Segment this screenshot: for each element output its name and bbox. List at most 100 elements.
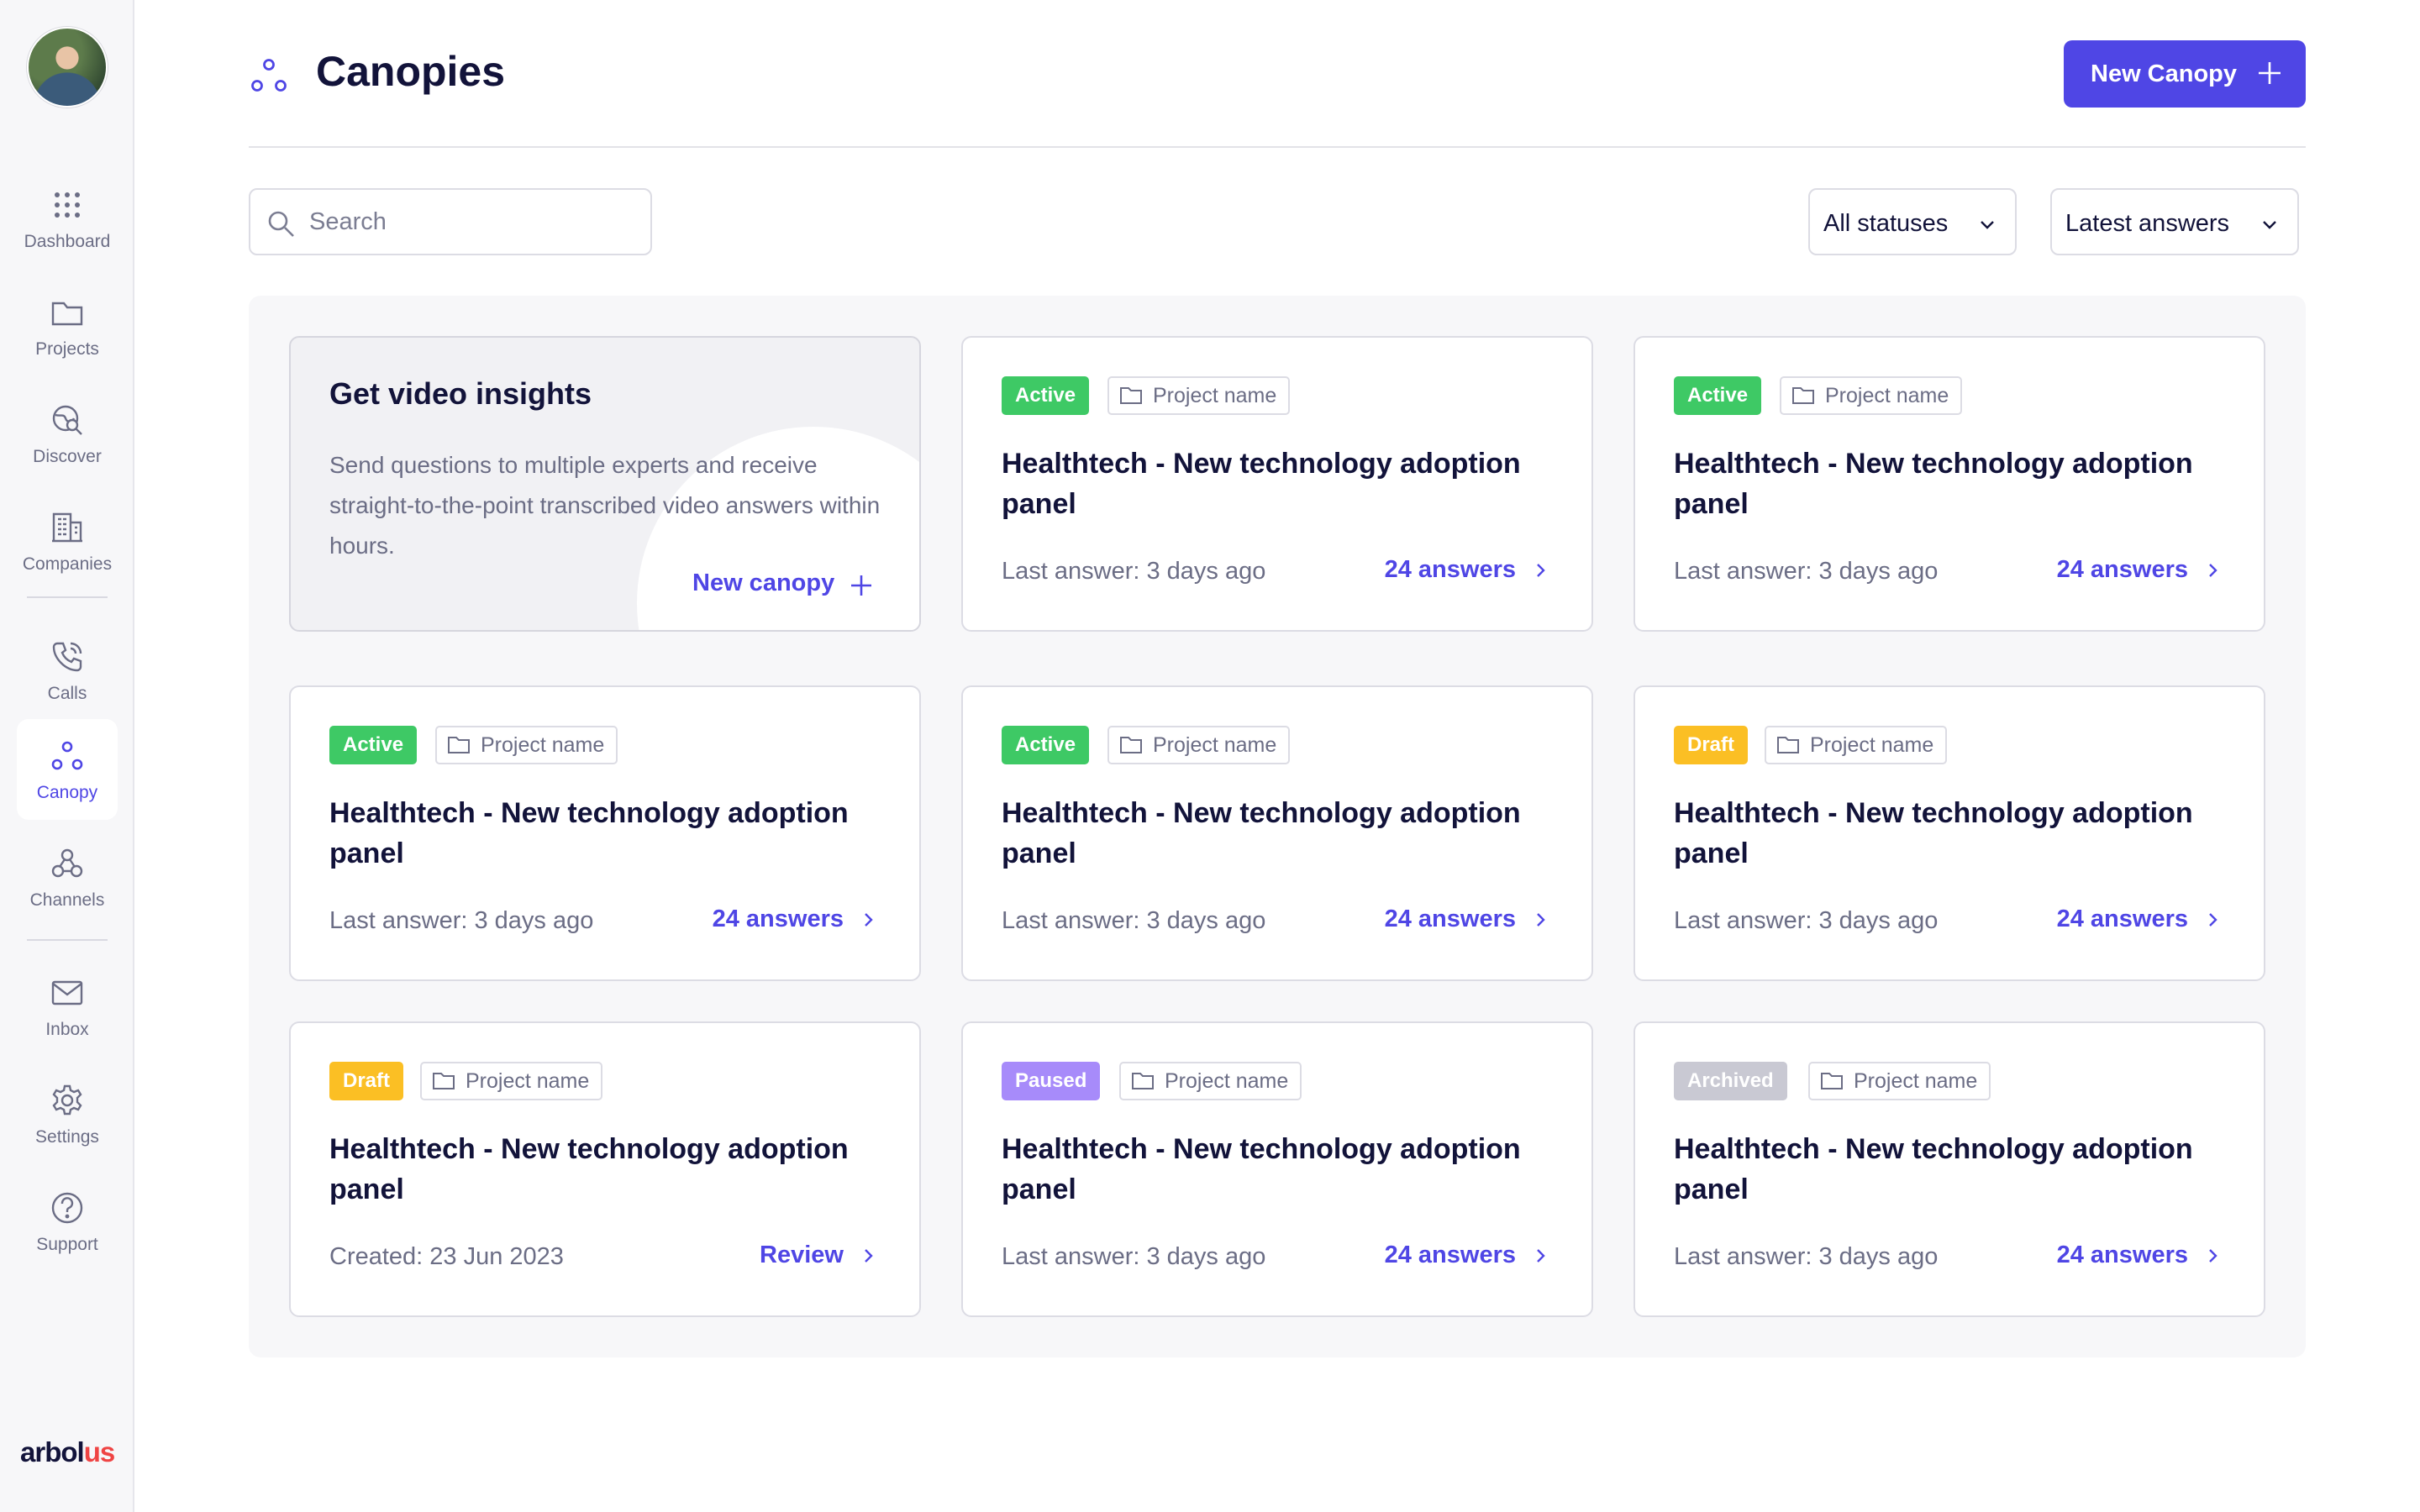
folder-icon — [51, 302, 83, 326]
canopy-card[interactable]: Archived Project name Healthtech - New tec… — [1634, 1021, 2265, 1317]
sidebar-item-label: Channels — [29, 890, 105, 910]
canopy-card[interactable]: Paused Project name Healthtech - New techn… — [961, 1021, 1593, 1317]
folder-icon — [1792, 387, 1814, 404]
canopy-title[interactable]: Healthtech - New technology adoption pan… — [329, 1129, 901, 1210]
folder-icon — [1120, 387, 1142, 404]
project-tag-label: Project name — [466, 1069, 590, 1093]
canopy-answers-label: 24 answers — [2056, 556, 2188, 583]
phone-icon — [52, 642, 82, 672]
canopy-answers-link[interactable]: 24 answers — [2057, 556, 2222, 584]
canopy-answers-link[interactable]: 24 answers — [1385, 1242, 1549, 1269]
video-insights-promo-card: Get video insights Send questions to mul… — [289, 336, 921, 632]
canopy-answers-link[interactable]: 24 answers — [2057, 1242, 2222, 1269]
mail-icon — [51, 980, 83, 1005]
canopy-icon — [51, 741, 83, 770]
canopy-card[interactable]: Active Project name Healthtech - New techn… — [961, 685, 1593, 981]
status-badge: Active — [1002, 726, 1090, 764]
sidebar-item-label: Companies — [22, 554, 113, 574]
canopy-answers-label: 24 answers — [2056, 1242, 2188, 1268]
project-tag[interactable]: Project name — [420, 1062, 603, 1100]
project-tag[interactable]: Project name — [1119, 1062, 1302, 1100]
status-filter-value: All statuses — [1823, 210, 1949, 237]
header-divider — [249, 146, 2306, 148]
canopy-title[interactable]: Healthtech - New technology adoption pan… — [329, 793, 901, 874]
status-badge: Draft — [329, 1062, 404, 1100]
status-badge: Active — [1674, 376, 1762, 415]
sidebar-item-label: Projects — [35, 339, 99, 359]
sidebar-item-projects[interactable]: Projects — [17, 276, 118, 376]
canopy-title[interactable]: Healthtech - New technology adoption pan… — [1002, 793, 1573, 874]
project-tag[interactable]: Project name — [1107, 726, 1291, 764]
canopy-meta: Created: 23 Jun 2023 — [329, 1243, 564, 1270]
canopy-card[interactable]: Active Project name Healthtech - New techn… — [961, 336, 1593, 632]
gear-icon — [52, 1084, 82, 1116]
search-input[interactable] — [309, 203, 637, 240]
help-icon — [51, 1192, 83, 1224]
status-badge: Draft — [1674, 726, 1749, 764]
plus-icon — [2259, 62, 2281, 84]
user-avatar[interactable] — [27, 27, 108, 108]
canopy-title[interactable]: Healthtech - New technology adoption pan… — [1674, 444, 2245, 524]
sidebar-item-channels[interactable]: Channels — [17, 827, 118, 927]
sidebar-item-settings[interactable]: Settings — [17, 1063, 118, 1164]
canopy-title[interactable]: Healthtech - New technology adoption pan… — [1674, 793, 2245, 874]
canopy-answers-label: 24 answers — [1384, 556, 1516, 583]
canopy-answers-link[interactable]: 24 answers — [713, 906, 877, 933]
canopy-title[interactable]: Healthtech - New technology adoption pan… — [1002, 1129, 1573, 1210]
sidebar-divider — [27, 939, 108, 941]
chevron-right-icon — [865, 913, 873, 927]
new-canopy-link[interactable]: New canopy — [692, 570, 834, 597]
canopy-card[interactable]: Draft Project name Healthtech - New techno… — [1634, 685, 2265, 981]
search-box[interactable] — [249, 188, 652, 255]
project-tag[interactable]: Project name — [1808, 1062, 1991, 1100]
canopy-card[interactable]: Active Project name Healthtech - New techn… — [1634, 336, 2265, 632]
sidebar-item-dashboard[interactable]: Dashboard — [17, 168, 118, 269]
chevron-down-icon — [1981, 221, 1994, 229]
sidebar-item-canopy[interactable]: Canopy — [17, 719, 118, 820]
status-badge: Paused — [1002, 1062, 1101, 1100]
project-tag-label: Project name — [1153, 733, 1277, 757]
plus-icon — [851, 575, 871, 596]
canopy-card[interactable]: Draft Project name Healthtech - New techno… — [289, 1021, 921, 1317]
canopy-title[interactable]: Healthtech - New technology adoption pan… — [1002, 444, 1573, 524]
status-filter-select[interactable]: All statuses — [1808, 188, 2017, 255]
sidebar-item-label: Inbox — [45, 1020, 89, 1039]
promo-description: Send questions to multiple experts and r… — [329, 452, 881, 559]
logo-text: arbol — [20, 1436, 85, 1467]
canopy-title[interactable]: Healthtech - New technology adoption pan… — [1674, 1129, 2245, 1210]
status-badge: Archived — [1674, 1062, 1787, 1100]
canopy-icon — [251, 59, 287, 92]
project-tag[interactable]: Project name — [435, 726, 618, 764]
sort-select[interactable]: Latest answers — [2050, 188, 2299, 255]
canopy-answers-link[interactable]: 24 answers — [1385, 906, 1549, 933]
canopy-meta: Last answer: 3 days ago — [1002, 1243, 1266, 1270]
folder-icon — [1132, 1073, 1154, 1089]
folder-icon — [1777, 737, 1799, 753]
project-tag-label: Project name — [1810, 733, 1934, 757]
canopy-answers-link[interactable]: 24 answers — [2057, 906, 2222, 933]
new-canopy-button[interactable]: New Canopy — [2064, 40, 2306, 108]
sidebar-item-label: Support — [36, 1235, 98, 1254]
logo-accent-text: us — [83, 1436, 116, 1467]
arbolus-logo: arbolus — [20, 1436, 116, 1468]
folder-icon — [1821, 1073, 1843, 1089]
chevron-down-icon — [2263, 221, 2276, 229]
project-tag[interactable]: Project name — [1780, 376, 1963, 415]
canopy-card[interactable]: Active Project name Healthtech - New techn… — [289, 685, 921, 981]
canopy-meta: Last answer: 3 days ago — [329, 907, 594, 934]
project-tag[interactable]: Project name — [1765, 726, 1948, 764]
canopy-answers-label: 24 answers — [2056, 906, 2188, 932]
canopy-answers-link[interactable]: Review — [760, 1242, 877, 1269]
canopy-answers-link[interactable]: 24 answers — [1385, 556, 1549, 584]
status-badge: Active — [329, 726, 418, 764]
sidebar-item-support[interactable]: Support — [17, 1171, 118, 1272]
sidebar-item-inbox[interactable]: Inbox — [17, 956, 118, 1057]
sidebar-item-discover[interactable]: Discover — [17, 383, 118, 484]
canopy-answers-label: 24 answers — [1384, 906, 1516, 932]
project-tag[interactable]: Project name — [1107, 376, 1291, 415]
sidebar-item-label: Discover — [33, 447, 102, 466]
canopy-answers-label: Review — [760, 1242, 844, 1268]
sidebar-item-companies[interactable]: Companies — [17, 491, 118, 591]
sidebar-item-calls[interactable]: Calls — [17, 620, 118, 721]
chevron-right-icon — [1537, 1249, 1545, 1263]
